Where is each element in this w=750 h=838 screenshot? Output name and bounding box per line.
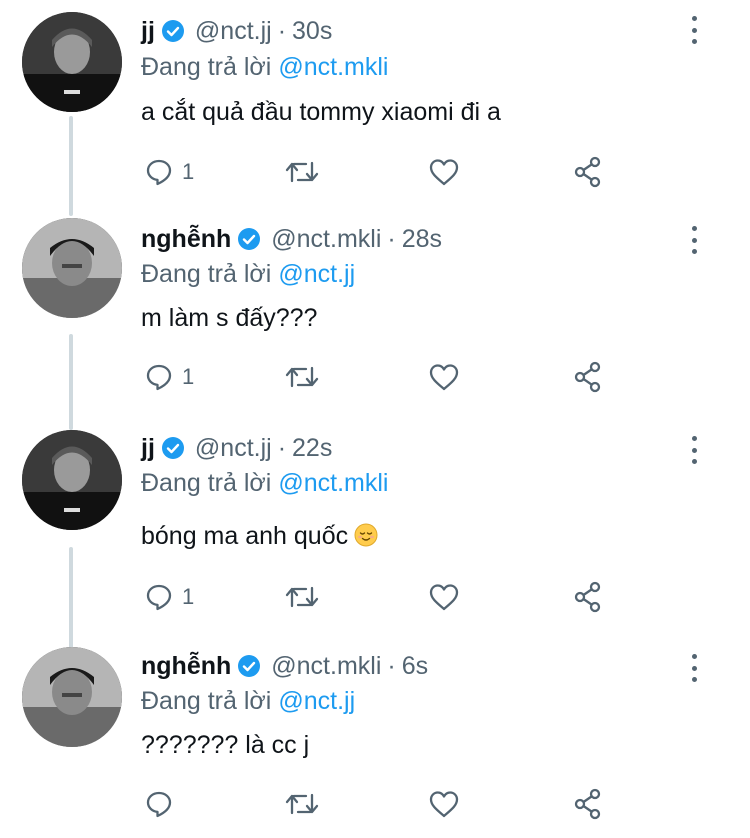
like-button[interactable] xyxy=(428,154,460,190)
share-icon xyxy=(574,156,601,188)
avatar[interactable] xyxy=(22,12,122,112)
reply-icon xyxy=(146,364,172,391)
mention-link[interactable]: @nct.mkli xyxy=(278,469,388,497)
display-name[interactable]: nghễnh xyxy=(141,649,231,683)
tweet[interactable]: jj @nct.jj · 30s Đang trả lời @nct.mkli a… xyxy=(0,0,750,212)
like-icon xyxy=(429,364,459,391)
avatar-nghenh xyxy=(22,218,122,318)
reply-icon xyxy=(146,584,172,611)
replying-to: Đang trả lời @nct.jj xyxy=(141,257,355,291)
like-icon xyxy=(429,584,459,611)
mention-link[interactable]: @nct.jj xyxy=(278,687,355,715)
handle[interactable]: @nct.mkli xyxy=(271,222,381,256)
handle[interactable]: @nct.mkli xyxy=(271,649,381,683)
display-name[interactable]: jj xyxy=(141,14,155,48)
reply-prefix: Đang trả lời xyxy=(141,469,272,497)
mention-link[interactable]: @nct.jj xyxy=(278,260,355,288)
tweet[interactable]: nghễnh @nct.mkli · 28s Đang trả lời @nct.… xyxy=(0,212,750,422)
like-button[interactable] xyxy=(428,579,460,615)
tweet-text: a cắt quả đầu tommy xiaomi đi a xyxy=(141,98,501,126)
separator-dot: · xyxy=(387,225,396,253)
tweet-header: nghễnh @nct.mkli · 28s xyxy=(141,222,442,256)
tweet-header: nghễnh @nct.mkli · 6s xyxy=(141,649,428,683)
reply-icon xyxy=(146,791,172,818)
mention-link[interactable]: @nct.mkli xyxy=(278,53,388,81)
avatar-jj xyxy=(22,430,122,530)
separator-dot: · xyxy=(387,652,396,680)
reply-prefix: Đang trả lời xyxy=(141,687,272,715)
reply-button[interactable] xyxy=(144,786,182,822)
timestamp[interactable]: 6s xyxy=(402,649,428,683)
avatar[interactable] xyxy=(22,430,122,530)
separator-dot: · xyxy=(277,434,287,462)
retweet-button[interactable] xyxy=(284,579,320,615)
share-button[interactable] xyxy=(572,579,606,615)
tweet-text: ??????? là cc j xyxy=(141,731,310,759)
replying-to: Đang trả lời @nct.mkli xyxy=(141,50,388,84)
reply-count: 1 xyxy=(182,159,195,184)
retweet-icon xyxy=(285,586,319,608)
like-button[interactable] xyxy=(428,786,460,822)
relieved-face-icon xyxy=(354,523,378,547)
display-name[interactable]: nghễnh xyxy=(141,222,231,256)
more-options-icon[interactable] xyxy=(684,12,704,48)
tweet-text-content: bóng ma anh quốc xyxy=(141,522,349,550)
avatar[interactable] xyxy=(22,218,122,318)
retweet-icon xyxy=(285,366,319,388)
tweet-actions: 1 xyxy=(0,359,750,395)
tweet-actions: 1 xyxy=(0,579,750,615)
like-button[interactable] xyxy=(428,359,460,395)
tweet[interactable]: nghễnh @nct.mkli · 6s Đang trả lời @nct.j… xyxy=(0,640,750,838)
reply-count: 1 xyxy=(182,584,195,609)
timestamp[interactable]: 28s xyxy=(402,222,442,256)
tweet-text: m làm s đấy??? xyxy=(141,304,318,332)
avatar-jj xyxy=(22,12,122,112)
timestamp[interactable]: 22s xyxy=(292,431,332,465)
tweet-header: jj @nct.jj · 30s xyxy=(141,14,332,48)
handle[interactable]: @nct.jj xyxy=(195,14,272,48)
reply-button[interactable]: 1 xyxy=(144,359,194,395)
more-options-icon[interactable] xyxy=(684,432,704,468)
share-button[interactable] xyxy=(572,154,606,190)
tweet-header: jj @nct.jj · 22s xyxy=(141,431,332,465)
retweet-button[interactable] xyxy=(284,154,320,190)
display-name[interactable]: jj xyxy=(141,431,155,465)
share-icon xyxy=(574,788,601,820)
verified-badge-icon xyxy=(161,437,184,459)
reply-count: 1 xyxy=(182,364,195,389)
reply-button[interactable]: 1 xyxy=(144,154,194,190)
avatar-nghenh xyxy=(22,647,122,747)
like-icon xyxy=(429,791,459,818)
verified-badge-icon xyxy=(238,228,261,250)
handle[interactable]: @nct.jj xyxy=(195,431,272,465)
tweet-actions: 1 xyxy=(0,154,750,190)
retweet-button[interactable] xyxy=(284,786,320,822)
avatar[interactable] xyxy=(22,647,122,747)
retweet-icon xyxy=(285,793,319,815)
timestamp[interactable]: 30s xyxy=(292,14,332,48)
like-icon xyxy=(429,159,459,186)
reply-prefix: Đang trả lời xyxy=(141,260,272,288)
reply-icon xyxy=(146,159,172,186)
retweet-button[interactable] xyxy=(284,359,320,395)
separator-dot: · xyxy=(277,17,287,45)
tweet[interactable]: jj @nct.jj · 22s Đang trả lời @nct.mkli b… xyxy=(0,422,750,640)
retweet-icon xyxy=(285,161,319,183)
replying-to: Đang trả lời @nct.jj xyxy=(141,684,355,718)
verified-badge-icon xyxy=(161,20,184,42)
reply-prefix: Đang trả lời xyxy=(141,53,272,81)
reply-button[interactable]: 1 xyxy=(144,579,194,615)
more-options-icon[interactable] xyxy=(684,222,704,258)
tweet-actions xyxy=(0,786,750,822)
more-options-icon[interactable] xyxy=(684,650,704,686)
share-icon xyxy=(574,361,601,393)
share-icon xyxy=(574,581,601,613)
tweet-text: bóng ma anh quốc xyxy=(141,519,378,553)
verified-badge-icon xyxy=(238,655,261,677)
share-button[interactable] xyxy=(572,359,606,395)
replying-to: Đang trả lời @nct.mkli xyxy=(141,466,388,500)
share-button[interactable] xyxy=(572,786,606,822)
